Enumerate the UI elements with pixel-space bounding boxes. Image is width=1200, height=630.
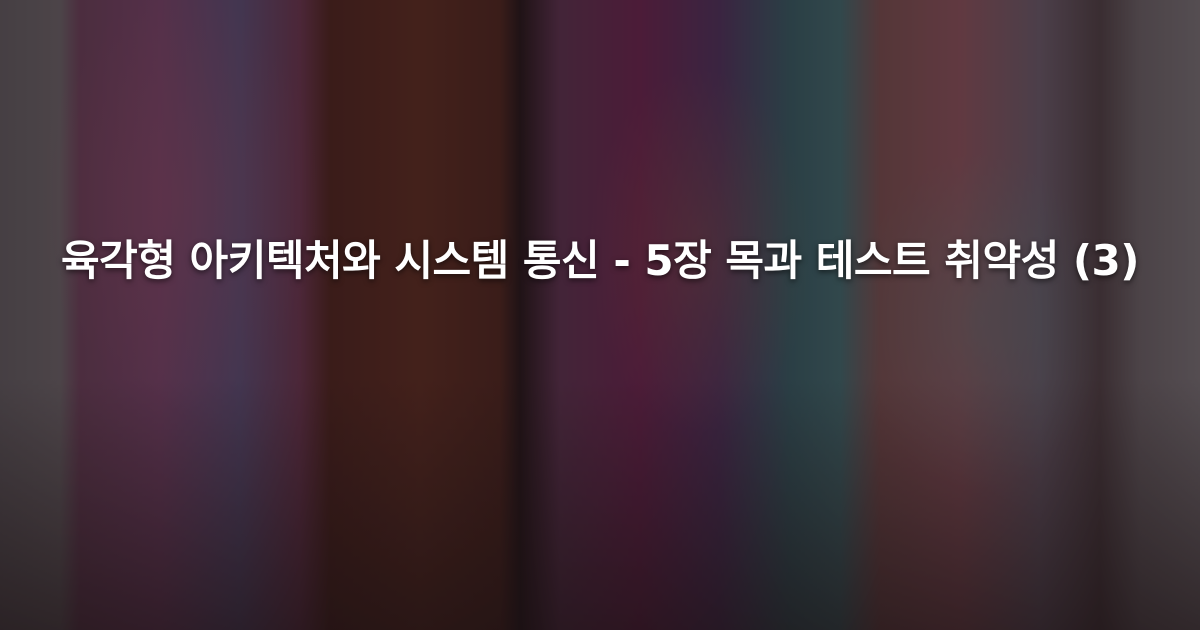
page-title: 육각형 아키텍처와 시스템 통신 - 5장 목과 테스트 취약성 (3) [61, 236, 1139, 285]
dark-overlay [0, 0, 1200, 630]
og-image: 육각형 아키텍처와 시스템 통신 - 5장 목과 테스트 취약성 (3) [0, 0, 1200, 630]
